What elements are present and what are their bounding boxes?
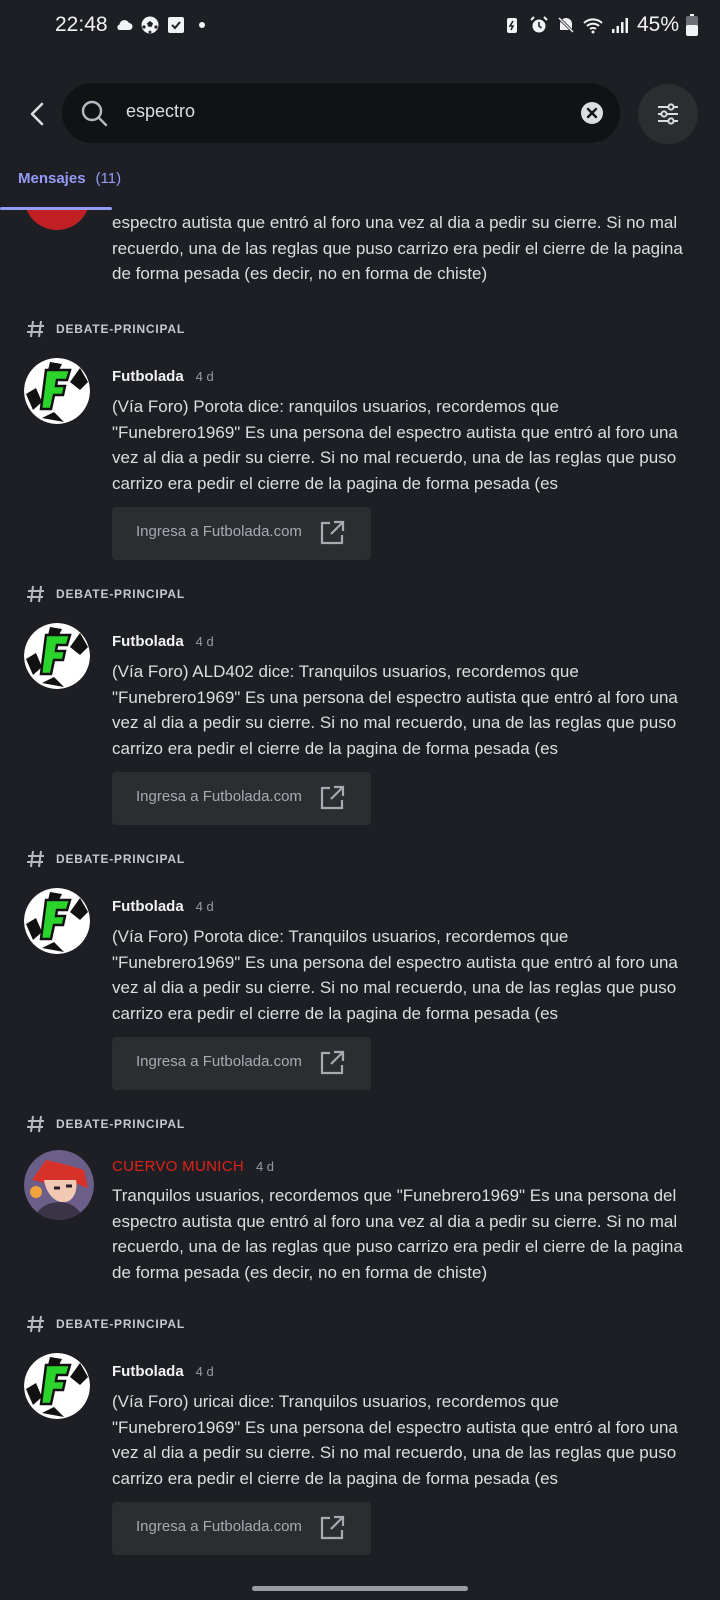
checkbox-icon [168,17,184,33]
timestamp: 4 d [195,634,214,649]
tab-bar: Mensajes (11) [0,160,720,210]
status-time: 22:48 [55,13,108,36]
home-gesture-bar[interactable] [252,1586,468,1591]
futbolada-logo-icon [24,1353,90,1419]
channel-label[interactable]: DEBATE-PRINCIPAL [26,1113,185,1135]
avatar[interactable] [24,1150,94,1220]
external-link-icon [320,520,345,545]
external-link-icon [320,1050,345,1075]
tab-messages-label: Mensajes [18,170,86,187]
avatar [24,210,90,230]
channel-name: DEBATE-PRINCIPAL [56,852,186,866]
author-row: Futbolada 4 d [112,1363,214,1380]
message-text: (Vía Foro) Porota dice: ranquilos usuari… [112,397,678,493]
search-icon [81,100,108,127]
hashtag-icon [27,585,44,603]
search-result[interactable]: DEBATE-PRINCIPAL CUERVO MUNICH 4 d Tranq… [0,1113,720,1303]
back-button[interactable] [20,94,56,134]
user-avatar-image [24,1150,94,1220]
channel-name: DEBATE-PRINCIPAL [56,587,186,601]
channel-label[interactable]: DEBATE-PRINCIPAL [26,1313,185,1335]
battery-percent: 45% [636,13,679,36]
search-query[interactable]: espectro [126,101,195,122]
battery-icon [686,14,698,36]
status-system-icons: 45% [502,13,698,37]
channel-label[interactable]: DEBATE-PRINCIPAL [26,583,185,605]
alarm-icon [530,16,548,33]
author-row: Futbolada 4 d [112,898,214,915]
search-result[interactable]: DEBATE-PRINCIPAL Futbolada 4 d (Vía Foro… [0,318,720,568]
author-name[interactable]: Futbolada [112,898,184,915]
soccer-ball-icon [141,16,159,34]
tab-messages[interactable]: Mensajes (11) [18,170,121,187]
signal-icon [611,18,628,33]
avatar[interactable] [24,623,90,689]
channel-label[interactable]: DEBATE-PRINCIPAL [26,848,185,870]
avatar[interactable] [24,358,90,424]
dot-icon [199,22,205,28]
author-name[interactable]: Futbolada [112,1363,184,1380]
hashtag-icon [27,1315,44,1333]
author-name[interactable]: Futbolada [112,633,184,650]
status-notification-icons [114,15,212,35]
external-link-icon [320,1515,345,1540]
message-text: (Vía Foro) uricai dice: Tranquilos usuar… [112,1392,678,1488]
message-text: espectro autista que entró al foro una v… [112,213,683,283]
hashtag-icon [27,320,44,338]
author-row: CUERVO MUNICH 4 d [112,1158,274,1175]
tab-messages-count: (11) [95,170,122,187]
embed-label: Ingresa a Futbolada.com [136,1053,302,1070]
avatar[interactable] [24,1353,90,1419]
link-embed[interactable]: Ingresa a Futbolada.com [112,507,371,560]
mute-icon [557,16,575,34]
channel-label[interactable]: DEBATE-PRINCIPAL [26,318,185,340]
author-row: Futbolada 4 d [112,633,214,650]
channel-name: DEBATE-PRINCIPAL [56,1317,186,1331]
sliders-icon [658,103,678,125]
status-bar: 22:48 45% [0,0,720,54]
author-name[interactable]: CUERVO MUNICH [112,1158,244,1175]
battery-saver-icon [506,18,517,33]
message-text: Tranquilos usuarios, recordemos que "Fun… [112,1186,683,1282]
embed-label: Ingresa a Futbolada.com [136,1518,302,1535]
external-link-icon [320,785,345,810]
clear-search-icon[interactable] [580,101,604,125]
link-embed[interactable]: Ingresa a Futbolada.com [112,1037,371,1090]
hashtag-icon [27,1115,44,1133]
search-results-list[interactable]: espectro autista que entró al foro una v… [0,210,720,1590]
embed-label: Ingresa a Futbolada.com [136,788,302,805]
futbolada-logo-icon [24,358,90,424]
search-result[interactable]: DEBATE-PRINCIPAL Futbolada 4 d (Vía Foro… [0,583,720,833]
search-result-partial[interactable]: espectro autista que entró al foro una v… [0,210,720,300]
timestamp: 4 d [195,1364,214,1379]
channel-name: DEBATE-PRINCIPAL [56,1117,186,1131]
author-name[interactable]: Futbolada [112,368,184,385]
cloud-icon [117,20,133,30]
timestamp: 4 d [195,899,214,914]
link-embed[interactable]: Ingresa a Futbolada.com [112,772,371,825]
embed-label: Ingresa a Futbolada.com [136,523,302,540]
channel-name: DEBATE-PRINCIPAL [56,322,186,336]
search-result[interactable]: DEBATE-PRINCIPAL Futbolada 4 d (Vía Foro… [0,1313,720,1590]
wifi-icon [583,18,603,34]
message-text: (Vía Foro) ALD402 dice: Tranquilos usuar… [112,662,678,758]
author-row: Futbolada 4 d [112,368,214,385]
futbolada-logo-icon [24,888,90,954]
hashtag-icon [27,850,44,868]
timestamp: 4 d [255,1159,275,1174]
avatar[interactable] [24,888,90,954]
link-embed[interactable]: Ingresa a Futbolada.com [112,1502,371,1555]
search-filters-button[interactable] [638,84,698,144]
futbolada-logo-icon [24,623,90,689]
search-result[interactable]: DEBATE-PRINCIPAL Futbolada 4 d (Vía Foro… [0,848,720,1098]
message-text: (Vía Foro) Porota dice: Tranquilos usuar… [112,927,678,1023]
timestamp: 4 d [195,369,214,384]
